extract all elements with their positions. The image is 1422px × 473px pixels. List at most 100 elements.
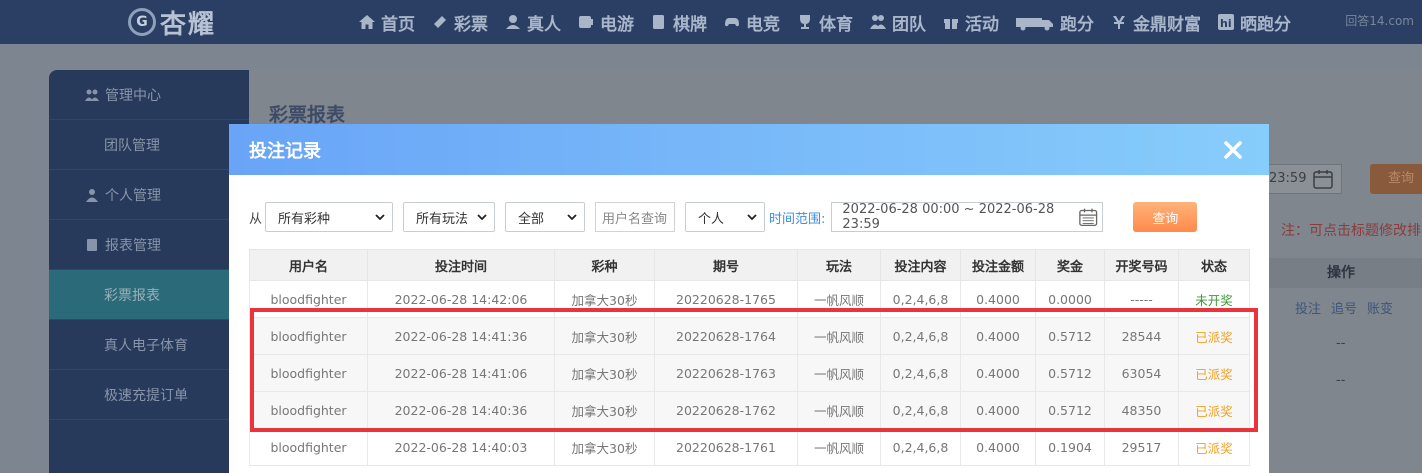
- status-cell: 已派奖: [1178, 391, 1250, 429]
- bg-action-chase[interactable]: 追号: [1331, 298, 1357, 317]
- nav-item-label: 团队: [892, 14, 926, 35]
- live-icon: [504, 13, 522, 31]
- table-cell: 29517: [1104, 428, 1179, 466]
- home-icon: [358, 13, 376, 31]
- user-icon: [85, 188, 99, 202]
- status-cell: 未开奖: [1178, 280, 1250, 318]
- sidebar-item-label: 个人管理: [105, 187, 161, 204]
- table-cell: 0,2,4,6,8: [880, 428, 961, 466]
- column-header[interactable]: 投注内容: [880, 249, 961, 281]
- table-row[interactable]: bloodfighter 2022-06-28 14:40:03 加拿大30秒 202…: [249, 428, 1250, 466]
- calendar-icon: [1079, 208, 1098, 227]
- query-button[interactable]: 查询: [1133, 202, 1198, 232]
- site-logo[interactable]: G 杏耀: [128, 4, 216, 40]
- report-icon: [85, 238, 99, 252]
- bg-dash: --: [1336, 373, 1346, 388]
- sidebar-item[interactable]: 团队管理: [49, 120, 249, 170]
- nav-item[interactable]: 电竞: [723, 10, 780, 35]
- nav-item[interactable]: 跑分: [1015, 10, 1094, 35]
- sidebar-item-label: 真人电子体育: [104, 337, 188, 354]
- chevron-down-icon: [477, 214, 487, 221]
- date-range-value: 2022-06-28 00:00 ~ 2022-06-28 23:59: [842, 202, 1055, 232]
- column-header[interactable]: 玩法: [797, 249, 881, 281]
- column-header[interactable]: 期号: [654, 249, 798, 281]
- sidebar: 管理中心 团队管理个人管理报表管理 彩票报表真人电子体育极速充提订单: [49, 70, 249, 473]
- sidebar-item[interactable]: 报表管理: [49, 220, 249, 270]
- table-header-row: 用户名 投注时间 彩种 期号 玩法 投注内容 投注金额 奖金 开奖号码 状态: [249, 249, 1250, 281]
- nav-item[interactable]: 金鼎财富: [1110, 10, 1201, 35]
- bg-action-bet[interactable]: 投注: [1295, 298, 1321, 317]
- column-header[interactable]: 投注时间: [367, 249, 555, 281]
- column-header[interactable]: 用户名: [249, 249, 368, 281]
- table-row[interactable]: bloodfighter 2022-06-28 14:42:06 加拿大30秒 202…: [249, 280, 1250, 318]
- main-nav: 首页 彩票 真人 电游 棋牌 电竞 体育 团队 活动 跑分 金鼎财富 hi 晒跑分: [358, 0, 1307, 44]
- column-header[interactable]: 投注金额: [960, 249, 1036, 281]
- time-range-label: 时间范围:: [769, 211, 826, 227]
- table-cell: bloodfighter: [249, 391, 368, 429]
- nav-item-label: 电游: [600, 14, 634, 35]
- filter-row: 从 所有彩种 所有玩法 全部 用户名查询 个人 时间范围: 2022-06-28…: [249, 202, 1198, 232]
- table-row[interactable]: bloodfighter 2022-06-28 14:41:06 加拿大30秒 202…: [249, 354, 1250, 392]
- column-header[interactable]: 状态: [1178, 249, 1250, 281]
- bg-action-ledger[interactable]: 账变: [1367, 298, 1393, 317]
- nav-item-label: 跑分: [1060, 14, 1094, 35]
- table-row[interactable]: bloodfighter 2022-06-28 14:41:36 加拿大30秒 202…: [249, 317, 1250, 355]
- bg-query-button[interactable]: 查询: [1370, 164, 1422, 194]
- nav-item[interactable]: hi 晒跑分: [1217, 10, 1291, 35]
- date-range-input[interactable]: 2022-06-28 00:00 ~ 2022-06-28 23:59: [831, 202, 1104, 232]
- table-cell: 一帆风顺: [797, 280, 881, 318]
- sidebar-item[interactable]: 真人电子体育: [49, 320, 249, 370]
- username-input[interactable]: 用户名查询: [595, 202, 676, 232]
- table-cell: 2022-06-28 14:40:03: [367, 428, 555, 466]
- table-row[interactable]: bloodfighter 2022-06-28 14:40:36 加拿大30秒 202…: [249, 391, 1250, 429]
- column-header[interactable]: 彩种: [554, 249, 655, 281]
- nav-item-label: 真人: [527, 14, 561, 35]
- top-navbar: G 杏耀 首页 彩票 真人 电游 棋牌 电竞 体育 团队 活动 跑分 金鼎财富 hi 晒跑分 回答14.…: [0, 0, 1422, 44]
- lottery-select[interactable]: 所有彩种: [265, 202, 394, 232]
- table-cell: 28544: [1104, 317, 1179, 355]
- column-header[interactable]: 开奖号码: [1104, 249, 1179, 281]
- modal-header: 投注记录: [229, 124, 1269, 175]
- play-select[interactable]: 所有玩法: [403, 202, 496, 232]
- table-cell: 加拿大30秒: [554, 280, 655, 318]
- sidebar-item[interactable]: 极速充提订单: [49, 370, 249, 420]
- table-body: bloodfighter 2022-06-28 14:42:06 加拿大30秒 202…: [249, 280, 1250, 466]
- status-cell: 已派奖: [1178, 428, 1250, 466]
- sidebar-item[interactable]: 个人管理: [49, 170, 249, 220]
- nav-item[interactable]: 首页: [358, 10, 415, 35]
- column-header[interactable]: 奖金: [1035, 249, 1105, 281]
- nav-item[interactable]: 体育: [796, 10, 853, 35]
- sidebar-item[interactable]: 管理中心: [49, 70, 249, 120]
- slot-icon: [577, 13, 595, 31]
- table-cell: 0.4000: [960, 428, 1036, 466]
- close-button[interactable]: [1221, 138, 1245, 162]
- nav-item-label: 活动: [965, 14, 999, 35]
- person-select[interactable]: 个人: [685, 202, 766, 232]
- table-cell: 0.5712: [1035, 391, 1105, 429]
- table-cell: 加拿大30秒: [554, 317, 655, 355]
- table-cell: 2022-06-28 14:41:36: [367, 317, 555, 355]
- nav-item[interactable]: 活动: [942, 10, 999, 35]
- truck-icon: [1015, 13, 1055, 31]
- bg-ops-header: 操作: [1269, 258, 1422, 288]
- bet-record-table: 用户名 投注时间 彩种 期号 玩法 投注内容 投注金额 奖金 开奖号码 状态 bloodfight…: [249, 249, 1250, 466]
- nav-item[interactable]: 彩票: [431, 10, 488, 35]
- nav-item-label: 彩票: [454, 14, 488, 35]
- nav-item[interactable]: 真人: [504, 10, 561, 35]
- status-cell: 已派奖: [1178, 354, 1250, 392]
- username-placeholder: 用户名查询: [602, 211, 668, 227]
- lottery-icon: [431, 13, 449, 31]
- scope-select[interactable]: 全部: [505, 202, 586, 232]
- table-cell: 0.1904: [1035, 428, 1105, 466]
- sidebar-item[interactable]: 彩票报表: [49, 270, 249, 320]
- bg-note: 注：可点击标题修改排: [1281, 223, 1421, 239]
- nav-item[interactable]: 电游: [577, 10, 634, 35]
- person-select-value: 个人: [698, 211, 725, 227]
- nav-item-label: 首页: [381, 14, 415, 35]
- nav-item[interactable]: 团队: [869, 10, 926, 35]
- lottery-select-value: 所有彩种: [278, 211, 331, 227]
- gift-icon: [942, 13, 960, 31]
- nav-item[interactable]: 棋牌: [650, 10, 707, 35]
- table-cell: 20220628-1763: [654, 354, 798, 392]
- bg-actions: 投注 追号 账变: [1269, 288, 1422, 326]
